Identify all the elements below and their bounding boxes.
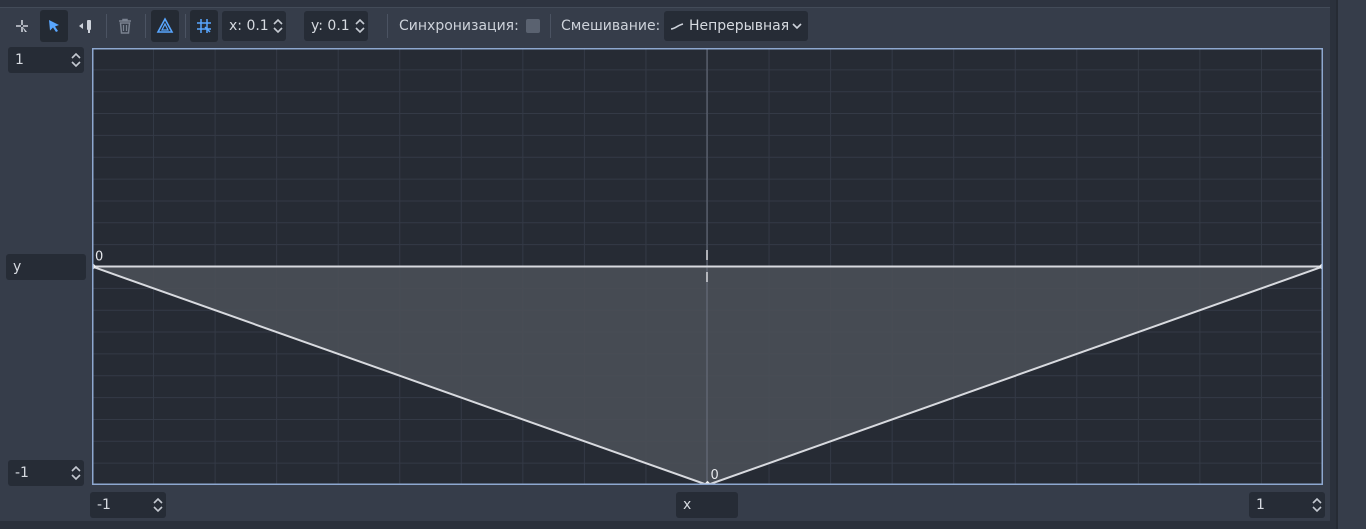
toolbar-separator bbox=[185, 14, 186, 38]
spin-arrows-icon[interactable] bbox=[1311, 496, 1323, 514]
x-max-spinbox[interactable]: 1 bbox=[1249, 492, 1325, 518]
snap-x-value: x: 0.1 bbox=[229, 18, 269, 34]
blend-point-label: 0 bbox=[711, 468, 719, 483]
x-min-value: -1 bbox=[97, 497, 111, 513]
scrollbar-track[interactable] bbox=[1336, 0, 1366, 529]
spin-arrows-icon[interactable] bbox=[272, 17, 284, 35]
blend-point-label: 0 bbox=[95, 250, 103, 265]
spin-arrows-icon[interactable] bbox=[354, 17, 366, 35]
toolbar-separator bbox=[387, 14, 388, 38]
x-max-value: 1 bbox=[1256, 497, 1265, 513]
snap-x-spinbox[interactable]: x: 0.1 bbox=[222, 11, 286, 41]
y-max-spinbox[interactable]: 1 bbox=[8, 47, 84, 73]
bottom-panel-edge bbox=[0, 521, 1330, 529]
show-triangles-toggle[interactable] bbox=[151, 10, 179, 42]
snap-y-spinbox[interactable]: y: 0.1 bbox=[304, 11, 368, 41]
y-min-spinbox[interactable]: -1 bbox=[8, 460, 84, 486]
spin-arrows-icon[interactable] bbox=[70, 464, 82, 482]
create-triangle-button[interactable] bbox=[72, 10, 100, 42]
blend-space-plot[interactable]: 00 bbox=[92, 48, 1323, 485]
y-axis-name-field[interactable]: y bbox=[6, 254, 86, 280]
snap-y-value: y: 0.1 bbox=[311, 18, 350, 34]
y-axis-name: y bbox=[13, 259, 22, 275]
spin-arrows-icon[interactable] bbox=[152, 496, 164, 514]
select-arrow-icon bbox=[49, 20, 59, 32]
sync-checkbox[interactable] bbox=[526, 19, 540, 33]
sync-label: Синхронизация: bbox=[399, 18, 519, 34]
blend-label: Смешивание: bbox=[561, 18, 661, 34]
trash-icon bbox=[119, 18, 131, 34]
x-axis-name: x bbox=[683, 497, 692, 513]
chevron-down-icon bbox=[792, 23, 802, 30]
toolbar-separator bbox=[550, 14, 551, 38]
curve-icon bbox=[670, 23, 684, 30]
erase-button[interactable] bbox=[111, 10, 139, 42]
triangle-mesh-icon bbox=[156, 17, 174, 33]
blend-mode-dropdown[interactable]: Непрерывная bbox=[664, 11, 808, 41]
toolbar-separator bbox=[145, 14, 146, 38]
select-button[interactable] bbox=[40, 10, 68, 42]
grid-snap-icon bbox=[197, 19, 211, 33]
toolbar-separator bbox=[106, 14, 107, 38]
x-axis-name-field[interactable]: x bbox=[676, 492, 738, 518]
x-min-spinbox[interactable]: -1 bbox=[90, 492, 166, 518]
create-triangle-icon bbox=[79, 20, 91, 33]
snap-toggle[interactable] bbox=[190, 10, 218, 42]
create-point-button[interactable] bbox=[8, 10, 36, 42]
blend-mode-value: Непрерывная bbox=[689, 18, 790, 34]
blend-space-toolbar: x: 0.1 y: 0.1 Синхронизация: Смешивание:… bbox=[6, 10, 1330, 43]
y-min-value: -1 bbox=[15, 465, 29, 481]
y-max-value: 1 bbox=[15, 52, 24, 68]
create-point-icon bbox=[16, 20, 28, 32]
top-panel-edge bbox=[0, 0, 1330, 8]
spin-arrows-icon[interactable] bbox=[70, 51, 82, 69]
